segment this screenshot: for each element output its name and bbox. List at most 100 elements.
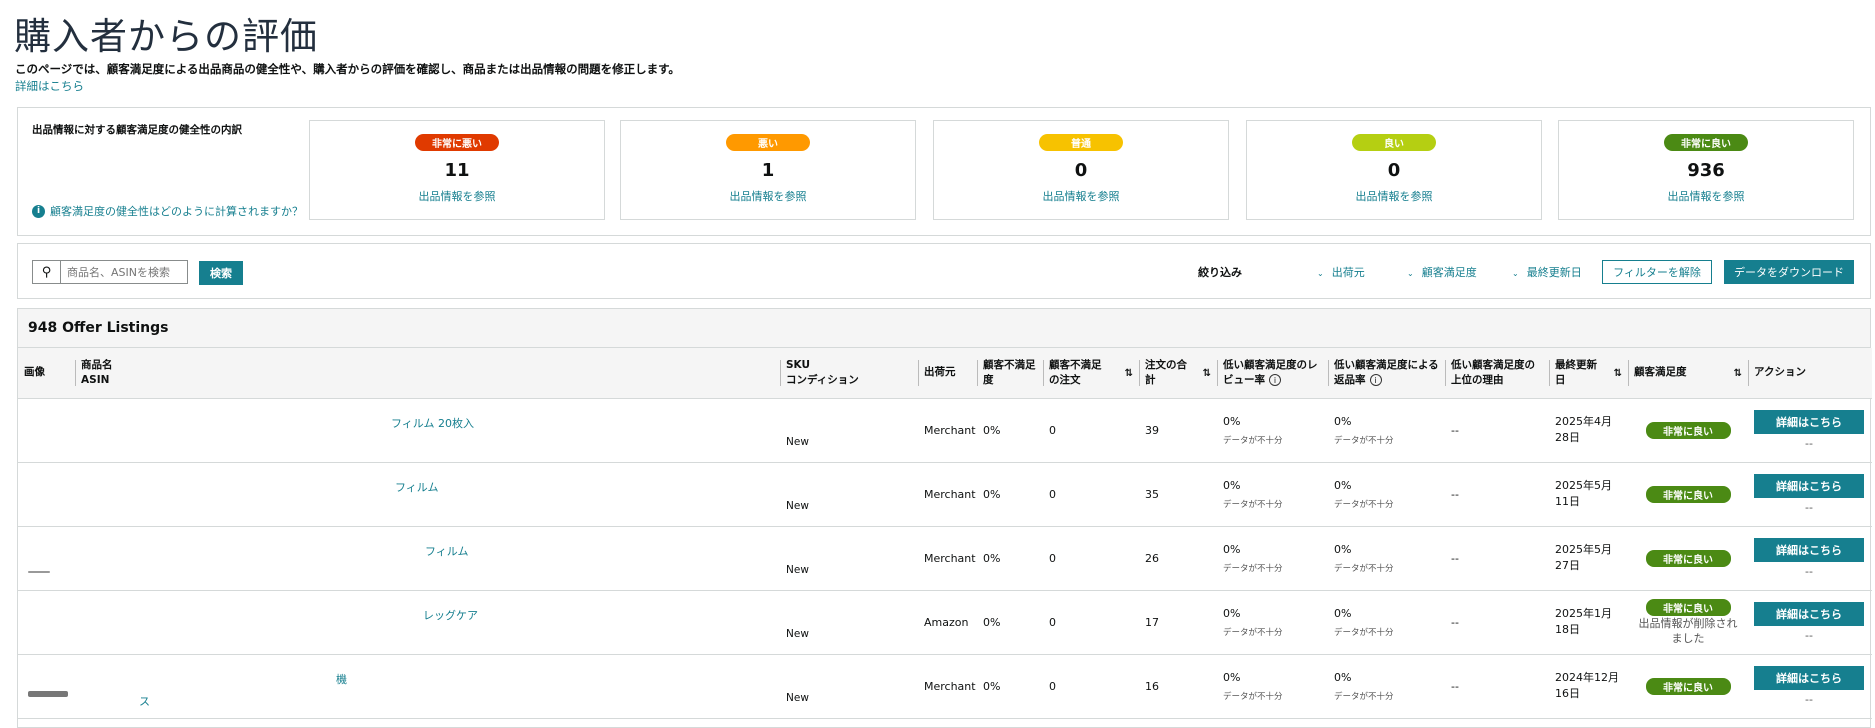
view-listings-link[interactable]: 出品情報を参照 [310, 188, 604, 204]
health-card: 良い 0 出品情報を参照 [1246, 120, 1542, 220]
satisfaction-cell: 非常に良い 出品情報が削除されました [1628, 590, 1748, 655]
satisfaction-cell: 非常に良い [1628, 462, 1748, 527]
product-name-link[interactable]: フィルム 20枚入 [75, 398, 780, 463]
col-updated[interactable]: 最終更新日 ⇅ [1549, 348, 1628, 399]
col-top-reason: 低い顧客満足度の上位の理由 [1445, 348, 1549, 399]
clear-filters-button[interactable]: フィルターを解除 [1602, 260, 1712, 284]
low-return-rate: 0% データが不十分 [1328, 462, 1445, 527]
filter-label-text: 顧客満足度 [1421, 266, 1477, 279]
satisfaction-badge: 非常に良い [1645, 421, 1731, 439]
filter-label-text: 最終更新日 [1526, 266, 1582, 279]
download-data-button[interactable]: データをダウンロード [1724, 260, 1854, 284]
top-reason: -- [1445, 462, 1549, 527]
info-icon: i [32, 204, 45, 218]
dissat-rate: 0% [977, 462, 1043, 527]
health-badge: 良い [1352, 134, 1436, 151]
col-total-orders[interactable]: 注文の合計 ⇅ [1139, 348, 1217, 399]
listings-count: 948 Offer Listings [18, 309, 1870, 348]
listings-table: 画像 商品名 ASIN SKU コンディション 出荷元 顧客不満足度 顧客不満足の注… [18, 348, 1872, 719]
satisfaction-cell: 非常に良い [1628, 526, 1748, 591]
satisfaction-badge: 非常に良い [1645, 549, 1731, 567]
low-return-rate: 0% データが不十分 [1328, 590, 1445, 655]
action-sub: -- [1805, 437, 1813, 450]
deleted-note: 出品情報が削除されました [1638, 616, 1738, 645]
total-orders: 26 [1139, 526, 1217, 591]
fulfilled-by: Amazon [918, 590, 977, 655]
table-row: フィルム New Merchant 0% 0 35 0% データが不十分 0% デー… [18, 462, 1872, 527]
search-input[interactable] [61, 261, 187, 283]
low-return-rate: 0% データが不十分 [1328, 526, 1445, 591]
search-icon: ⚲ [33, 261, 61, 283]
health-card: 非常に悪い 11 出品情報を参照 [309, 120, 605, 220]
total-orders: 17 [1139, 590, 1217, 655]
view-listings-link[interactable]: 出品情報を参照 [621, 188, 915, 204]
details-button[interactable]: 詳細はこちら [1754, 602, 1864, 626]
learn-more-link[interactable]: 詳細はこちら [15, 78, 84, 94]
top-reason: -- [1445, 590, 1549, 655]
dissat-orders: 0 [1043, 462, 1139, 527]
col-dissat-orders[interactable]: 顧客不満足の注文 ⇅ [1043, 348, 1139, 399]
filter-updated[interactable]: ⌄ 最終更新日 [1512, 264, 1582, 280]
last-updated: 2025年4月28日 [1549, 398, 1628, 463]
satisfaction-cell: 非常に良い [1628, 654, 1748, 719]
col-low-return: 低い顧客満足度による返品率 i [1328, 348, 1445, 399]
filter-label-text: 出荷元 [1331, 266, 1365, 279]
action-cell: 詳細はこちら -- [1748, 526, 1872, 591]
low-return-rate: 0% データが不十分 [1328, 398, 1445, 463]
filter-label: 絞り込み [1198, 266, 1242, 279]
product-image[interactable] [18, 398, 75, 463]
details-button[interactable]: 詳細はこちら [1754, 474, 1864, 498]
fulfilled-by: Merchant [918, 398, 977, 463]
health-help-link[interactable]: i 顧客満足度の健全性はどのように計算されますか？ [32, 203, 303, 219]
view-listings-link[interactable]: 出品情報を参照 [1247, 188, 1541, 204]
action-cell: 詳細はこちら -- [1748, 398, 1872, 463]
dissat-rate: 0% [977, 398, 1043, 463]
details-button[interactable]: 詳細はこちら [1754, 538, 1864, 562]
last-updated: 2025年1月18日 [1549, 590, 1628, 655]
top-reason: -- [1445, 398, 1549, 463]
action-cell: 詳細はこちら -- [1748, 654, 1872, 719]
low-review-rate: 0% データが不十分 [1217, 526, 1328, 591]
table-row: フィルム New Merchant 0% 0 26 0% データが不十分 0% デー… [18, 526, 1872, 591]
details-button[interactable]: 詳細はこちら [1754, 410, 1864, 434]
product-name-link[interactable]: フィルム [75, 462, 780, 527]
dissat-orders: 0 [1043, 526, 1139, 591]
col-satisfaction[interactable]: 顧客満足度 ⇅ [1628, 348, 1748, 399]
low-review-rate: 0% データが不十分 [1217, 462, 1328, 527]
page-description: このページでは、顧客満足度による出品商品の健全性や、購入者からの評価を確認し、商… [15, 62, 680, 76]
health-count: 0 [1387, 160, 1401, 181]
search-button[interactable]: 検索 [199, 261, 243, 285]
col-image: 画像 [18, 348, 75, 399]
details-button[interactable]: 詳細はこちら [1754, 666, 1864, 690]
total-orders: 35 [1139, 462, 1217, 527]
filter-fulfilled[interactable]: ⌄ 出荷元 [1317, 264, 1365, 280]
health-count: 1 [761, 160, 775, 181]
health-card: 非常に良い 936 出品情報を参照 [1558, 120, 1854, 220]
health-badge: 普通 [1039, 134, 1123, 151]
product-image[interactable] [18, 590, 75, 655]
last-updated: 2025年5月27日 [1549, 526, 1628, 591]
filter-satisfaction[interactable]: ⌄ 顧客満足度 [1407, 264, 1477, 280]
dissat-orders: 0 [1043, 590, 1139, 655]
product-image[interactable] [18, 654, 75, 719]
satisfaction-cell: 非常に良い [1628, 398, 1748, 463]
search-field[interactable]: ⚲ [32, 260, 188, 284]
health-badge: 非常に悪い [415, 134, 499, 151]
view-listings-link[interactable]: 出品情報を参照 [934, 188, 1228, 204]
col-dissat-rate: 顧客不満足度 [977, 348, 1043, 399]
view-listings-link[interactable]: 出品情報を参照 [1559, 188, 1853, 204]
fulfilled-by: Merchant [918, 526, 977, 591]
col-low-review: 低い顧客満足度のレビュー率 i [1217, 348, 1328, 399]
satisfaction-badge: 非常に良い [1645, 677, 1731, 695]
product-name-link[interactable]: フィルム [75, 526, 780, 591]
col-action: アクション [1748, 348, 1872, 399]
low-return-rate: 0% データが不十分 [1328, 654, 1445, 719]
dissat-orders: 0 [1043, 398, 1139, 463]
dissat-rate: 0% [977, 590, 1043, 655]
product-image[interactable] [18, 526, 75, 591]
action-sub: -- [1805, 629, 1813, 642]
product-image[interactable] [18, 462, 75, 527]
product-name-link[interactable]: 機ス [75, 654, 780, 719]
low-review-rate: 0% データが不十分 [1217, 398, 1328, 463]
product-name-link[interactable]: レッグケア [75, 590, 780, 655]
